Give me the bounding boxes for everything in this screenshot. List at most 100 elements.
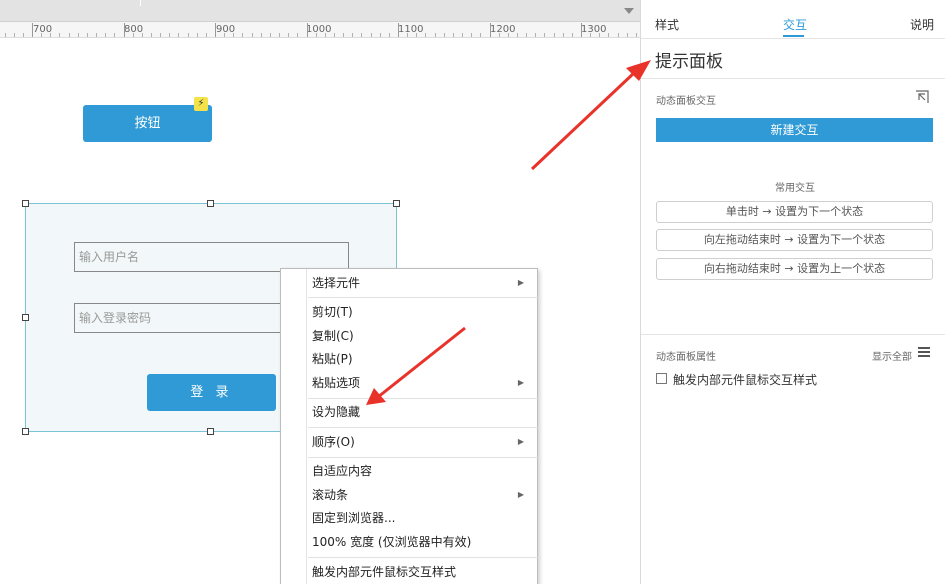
menu-item-set-hidden[interactable]: 设为隐藏 [312,401,532,423]
ruler-tick [187,33,189,37]
ruler-tick [571,33,573,37]
login-button[interactable]: 登 录 [147,374,276,411]
common-interactions-header: 常用交互 [775,183,815,194]
ruler-tick [535,33,537,37]
menu-icon-gutter [281,269,307,584]
resize-handle[interactable] [22,314,29,321]
resize-handle[interactable] [22,428,29,435]
ruler-tick [343,33,345,37]
ruler-tick [4,33,6,37]
ruler-tick [105,33,107,37]
ruler-tick [443,33,445,37]
menu-separator [308,557,538,558]
ruler-tick [260,33,262,37]
menu-item-scrollbars[interactable]: 滚动条 ▶ [312,484,532,506]
submenu-arrow-icon: ▶ [517,378,524,387]
ruler-tick [626,33,628,37]
quick-action-click[interactable]: 单击时 → 设置为下一个状态 [656,201,933,223]
tab-notes[interactable]: 说明 [910,16,934,33]
ruler-tick [205,33,207,37]
ruler-tick [617,33,619,37]
ruler-tick [452,33,454,37]
menu-item-label: 剪切(T) [312,305,353,319]
ruler-tick [398,23,399,37]
menu-item-order[interactable]: 顺序(O) ▶ [312,431,532,453]
ruler-tick [425,33,427,37]
divider [641,78,945,79]
menu-separator [308,398,538,399]
ruler-tick [269,33,271,37]
menu-item-copy[interactable]: 复制(C) [312,325,532,347]
quick-action-swipe-left[interactable]: 向左拖动结束时 → 设置为下一个状态 [656,229,933,251]
ruler-tick [324,33,326,37]
ruler-tick [68,33,70,37]
tab-divider [641,38,945,39]
ruler-tick [13,33,15,37]
ruler-tick [608,33,610,37]
button-widget[interactable]: 按钮 [83,105,212,142]
tab-interaction[interactable]: 交互 [783,16,807,33]
ruler-tick [178,33,180,37]
ruler-tick [462,33,464,37]
ruler-tick [59,33,61,37]
menu-item-paste[interactable]: 粘贴(P) [312,348,532,370]
context-menu: 选择元件 ▶ 剪切(T) 复制(C) 粘贴(P) 粘贴选项 ▶ 设为隐藏 顺序(O)… [280,268,538,584]
app-window: 700 800 900 1000 1100 1200 1300 按钮 ⚡ 输入用… [0,0,945,584]
ruler-tick [196,33,198,37]
ruler-tick [361,33,363,37]
checkbox-label: 触发内部元件鼠标交互样式 [673,373,818,387]
new-interaction-button[interactable]: 新建交互 [656,118,933,142]
menu-item-fit-content[interactable]: 自适应内容 [312,460,532,482]
widget-name-title[interactable]: 提示面板 [655,47,723,72]
properties-header: 动态面板属性 [656,352,716,363]
menu-separator [308,427,538,428]
menu-item-label: 粘贴选项 [312,376,361,390]
trigger-mouse-styles-checkbox[interactable] [656,373,667,384]
menu-item-paste-options[interactable]: 粘贴选项 ▶ [312,372,532,394]
menu-item-label: 顺序(O) [312,435,355,449]
ruler-tick [352,33,354,37]
ruler-tick [123,23,125,37]
menu-item-label: 复制(C) [312,329,354,343]
resize-handle[interactable] [207,428,214,435]
ruler-tick [141,33,143,37]
menu-item-label: 滚动条 [312,488,349,502]
tab-style[interactable]: 样式 [655,16,679,33]
menu-separator [308,457,538,458]
menu-item-select-widget[interactable]: 选择元件 ▶ [312,272,532,294]
menu-item-cut[interactable]: 剪切(T) [312,301,532,323]
ruler-tick [251,33,253,37]
menu-separator [308,297,538,298]
ruler-tick [635,33,637,37]
ruler-tick [370,33,372,37]
ruler-tick [581,23,582,37]
ruler-tick [215,23,216,37]
menu-item-pin-to-browser[interactable]: 固定到浏览器... [312,507,532,529]
resize-handle[interactable] [207,200,214,207]
ruler-tick [288,33,290,37]
ruler-tick [562,33,564,37]
ruler-label: 900 [216,24,236,35]
chevron-down-icon[interactable] [624,8,634,14]
menu-item-label: 固定到浏览器... [312,511,396,525]
menu-item-full-width[interactable]: 100% 宽度 (仅浏览器中有效) [312,531,532,553]
ruler-tick [96,33,98,37]
ruler-tick [498,33,500,37]
ruler-tick [160,33,162,37]
menu-item-trigger-mouse-styles[interactable]: 触发内部元件鼠标交互样式 [312,561,532,583]
ruler-tick [480,33,482,37]
ruler-tick [86,33,88,37]
resize-handle[interactable] [22,200,29,207]
ruler-tick [224,33,226,37]
show-all-link[interactable]: 显示全部 [872,348,912,363]
quick-action-swipe-right[interactable]: 向右拖动结束时 → 设置为上一个状态 [656,258,933,280]
ruler-tick [297,33,299,37]
collapse-corner-icon[interactable] [915,90,929,104]
resize-handle[interactable] [393,200,400,207]
ruler-tick [279,33,281,37]
ruler-tick [516,33,518,37]
ruler-label: 1000 [306,24,332,35]
menu-item-label: 选择元件 [312,276,361,290]
menu-icon[interactable] [918,347,930,357]
ruler-label: 1200 [490,24,516,35]
